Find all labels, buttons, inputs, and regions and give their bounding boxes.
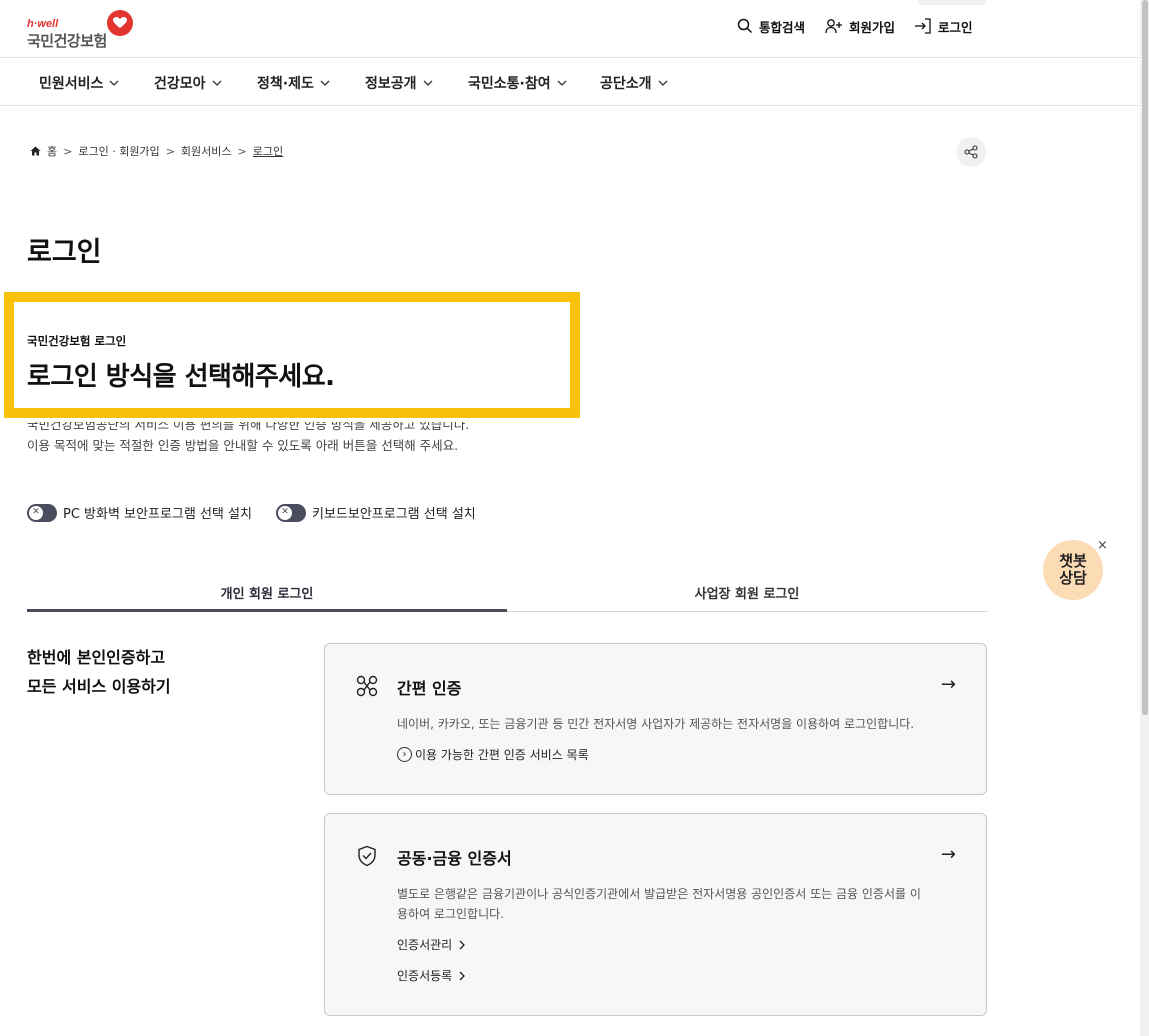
tab-business-login[interactable]: 사업장 회원 로그인 [507, 574, 987, 612]
page-description-line2: 이용 목적에 맞는 적절한 인증 방법을 안내할 수 있도록 아래 버튼을 선택… [27, 438, 459, 453]
nav-item-label: 국민소통·참여 [468, 76, 551, 92]
search-icon [737, 18, 753, 34]
join-label: 회원가입 [849, 19, 896, 35]
join-button[interactable]: 회원가입 [825, 16, 895, 36]
top-strip [918, 0, 986, 5]
nav-item-label: 공단소개 [600, 76, 652, 92]
logo-main-text: 국민건강보험 [27, 32, 107, 50]
chatbot-close-icon[interactable]: × [1097, 538, 1108, 553]
chevron-down-icon [557, 80, 567, 86]
nav-item-policy[interactable]: 정책·제도 [257, 73, 330, 93]
certificate-register-label: 인증서등록 [397, 969, 453, 983]
certificate-manage-link[interactable]: 인증서관리 [397, 936, 469, 953]
search-label: 통합검색 [759, 19, 806, 35]
simple-auth-title: 간편 인증 [397, 679, 462, 698]
shield-check-icon [356, 845, 378, 871]
keyboard-security-toggle[interactable]: ✕ 키보드보안프로그램 선택 설치 [276, 503, 476, 522]
breadcrumb-separator: > [63, 144, 73, 158]
arrow-right-icon: → [940, 844, 956, 865]
certificate-description-line1: 별도로 은행같은 금융기관이나 공식인증기관에서 발급받은 전자서명용 공인인증… [397, 887, 921, 901]
chevron-down-icon [658, 80, 667, 86]
nav-item-label: 민원서비스 [39, 76, 104, 92]
chatbot-label-line1: 챗봇 [1059, 552, 1087, 570]
breadcrumb-current[interactable]: 로그인 [253, 143, 283, 159]
simple-auth-icon [356, 675, 378, 701]
site-header: h·well 국민건강보험 통합검색 회원가입 로그인 [0, 0, 1140, 58]
breadcrumb: 홈 > 로그인 · 회원가입 > 회원서비스 > 로그인 [30, 143, 283, 159]
side-heading-line2: 모든 서비스 이용하기 [27, 677, 171, 696]
login-button[interactable]: 로그인 [914, 16, 973, 36]
nav-item-communication[interactable]: 국민소통·참여 [468, 73, 567, 93]
chevron-right-icon [459, 940, 466, 949]
close-icon: ✕ [278, 505, 292, 520]
breadcrumb-separator: > [165, 144, 175, 158]
share-button[interactable] [956, 137, 986, 167]
certificate-register-link[interactable]: 인증서등록 [397, 967, 469, 984]
page-title: 로그인 [27, 237, 102, 268]
simple-auth-description: 네이버, 카카오, 또는 금융기관 등 민간 전자서명 사업자가 제공하는 전자… [397, 717, 915, 731]
breadcrumb-home[interactable]: 홈 [47, 143, 57, 159]
login-section-subtitle: 국민건강보험 로그인 [27, 334, 127, 348]
scrollbar[interactable] [1140, 0, 1149, 1036]
nav-item-disclosure[interactable]: 정보공개 [365, 73, 433, 93]
tab-personal-login[interactable]: 개인 회원 로그인 [27, 574, 507, 612]
pc-firewall-label: PC 방화벽 보안프로그램 선택 설치 [63, 507, 252, 522]
toggle-switch[interactable]: ✕ [276, 503, 306, 522]
highlight-box [4, 292, 580, 418]
site-logo[interactable]: h·well 국민건강보험 [27, 10, 137, 50]
simple-auth-card[interactable]: 간편 인증 → 네이버, 카카오, 또는 금융기관 등 민간 전자서명 사업자가… [324, 643, 987, 795]
heart-icon [107, 10, 133, 36]
keyboard-security-label: 키보드보안프로그램 선택 설치 [312, 507, 476, 522]
scrollbar-thumb[interactable] [1142, 0, 1148, 715]
nav-item-health[interactable]: 건강모아 [154, 73, 222, 93]
toggle-switch[interactable]: ✕ [27, 503, 57, 522]
logo-sub-text: h·well [27, 18, 59, 30]
simple-auth-service-list-link[interactable]: › 이용 가능한 간편 인증 서비스 목록 [397, 746, 589, 763]
nav-item-about[interactable]: 공단소개 [600, 73, 668, 93]
login-section-title: 로그인 방식을 선택해주세요. [27, 362, 335, 392]
add-user-icon [825, 19, 842, 34]
side-heading-line1: 한번에 본인인증하고 [27, 648, 166, 667]
breadcrumb-separator: > [237, 144, 247, 158]
chevron-right-icon [459, 971, 466, 980]
nav-item-label: 건강모아 [154, 76, 206, 92]
main-nav: 민원서비스 건강모아 정책·제도 정보공개 국민소통·참여 공단소개 [0, 58, 1140, 106]
home-icon [30, 146, 41, 156]
arrow-right-icon: → [940, 674, 956, 695]
certificate-description: 별도로 은행같은 금융기관이나 공식인증기관에서 발급받은 전자서명용 공인인증… [397, 884, 921, 924]
chevron-down-icon [212, 80, 221, 86]
certificate-manage-label: 인증서관리 [397, 938, 453, 952]
login-icon [915, 18, 931, 34]
chatbot-button[interactable]: 챗봇 상담 [1043, 540, 1103, 600]
certificate-card[interactable]: 공동·금융 인증서 → 별도로 은행같은 금융기관이나 공식인증기관에서 발급받… [324, 813, 987, 1016]
side-heading: 한번에 본인인증하고 모든 서비스 이용하기 [27, 643, 171, 701]
simple-auth-service-list-label: 이용 가능한 간편 인증 서비스 목록 [415, 748, 589, 762]
certificate-description-line2: 용하여 로그인합니다. [397, 907, 504, 921]
share-icon [964, 145, 978, 159]
login-label: 로그인 [938, 19, 973, 35]
chatbot-label-line2: 상담 [1059, 569, 1087, 587]
breadcrumb-login-join[interactable]: 로그인 · 회원가입 [78, 143, 159, 159]
breadcrumb-member-service[interactable]: 회원서비스 [181, 143, 232, 159]
chevron-right-circle-icon: › [397, 747, 412, 762]
search-button[interactable]: 통합검색 [737, 16, 805, 36]
close-icon: ✕ [29, 505, 43, 520]
certificate-title: 공동·금융 인증서 [397, 849, 512, 868]
chevron-down-icon [320, 80, 330, 86]
nav-item-label: 정책·제도 [257, 76, 314, 92]
chevron-down-icon [109, 80, 119, 86]
chevron-down-icon [423, 80, 432, 86]
nav-item-civil-service[interactable]: 민원서비스 [39, 73, 119, 93]
nav-item-label: 정보공개 [365, 76, 417, 92]
pc-firewall-toggle[interactable]: ✕ PC 방화벽 보안프로그램 선택 설치 [27, 503, 252, 522]
